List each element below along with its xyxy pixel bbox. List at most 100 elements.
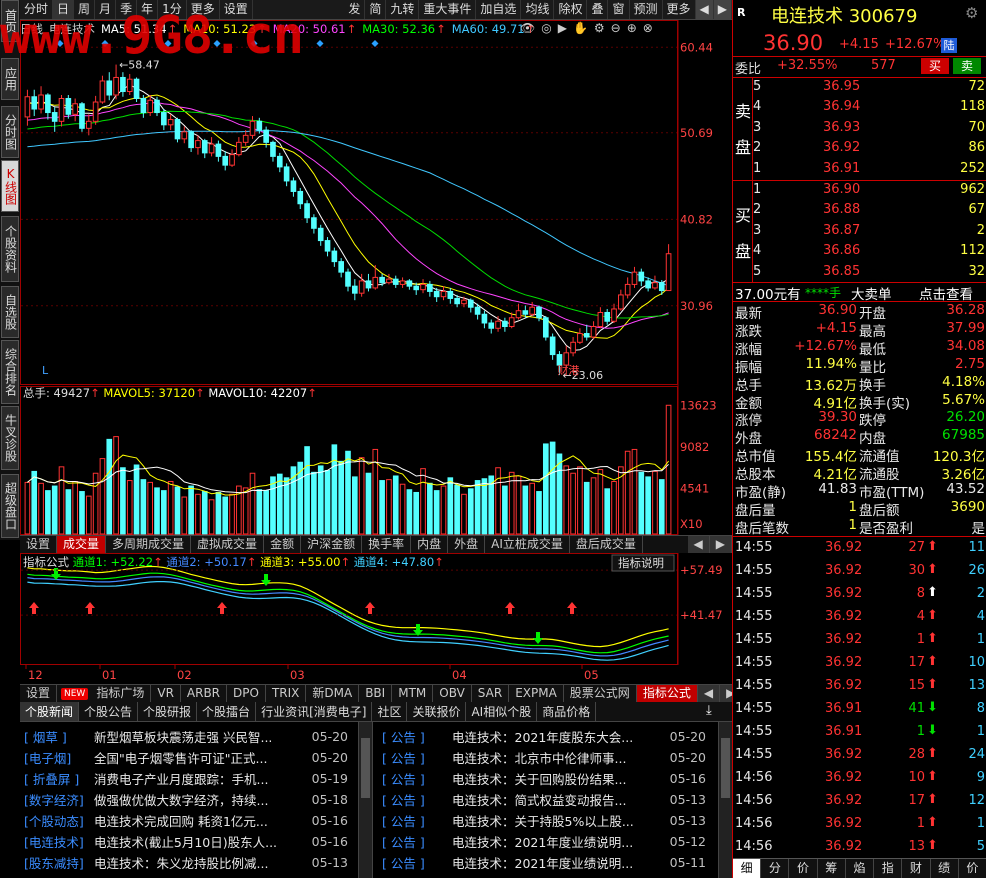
bid-row-2[interactable]: 3 36.87 2 bbox=[733, 222, 986, 241]
left-tab-6[interactable]: 综合排名 bbox=[1, 340, 19, 404]
news-tab-6[interactable]: 关联报价 bbox=[407, 702, 467, 721]
ind-tab-5[interactable]: DPO bbox=[227, 685, 266, 702]
news-tab-7[interactable]: AI相似个股 bbox=[466, 702, 538, 721]
toolbar-right-1[interactable]: 简 bbox=[365, 0, 387, 19]
left-tab-3[interactable]: K线图 bbox=[1, 160, 19, 212]
toolbar-right-8[interactable]: 窗 bbox=[608, 0, 630, 19]
indicator-help-button[interactable]: 指标说明 bbox=[611, 554, 675, 572]
toolbar-right-9[interactable]: 预测 bbox=[630, 0, 663, 19]
news-right-item-6[interactable]: [ 公告 ] 电连技术：2021年度业绩说明... 05-11 bbox=[382, 852, 722, 873]
news-tab-4[interactable]: 行业资讯[消费电子] bbox=[256, 702, 373, 721]
news-left-item-0[interactable]: [ 烟草 ] 新型烟草板块震荡走强 兴民智... 05-20 bbox=[24, 726, 364, 747]
vol-tab-5[interactable]: 沪深金额 bbox=[301, 536, 363, 553]
gear-icon[interactable]: ⚙ bbox=[965, 4, 978, 22]
bigorder-link[interactable]: 点击查看 bbox=[919, 283, 973, 303]
period-8[interactable]: 设置 bbox=[220, 0, 253, 19]
news-right-item-3[interactable]: [ 公告 ] 电连技术：简式权益变动报告... 05-13 bbox=[382, 789, 722, 810]
toolbar-right-5[interactable]: 均线 bbox=[521, 0, 555, 19]
vol-tab-2[interactable]: 多周期成交量 bbox=[106, 536, 192, 553]
news-right-item-2[interactable]: [ 公告 ] 电连技术：关于回购股份结果... 05-16 bbox=[382, 768, 722, 789]
ind-tab-prev[interactable]: ◀ bbox=[697, 685, 721, 702]
news-scrollbar[interactable] bbox=[718, 722, 732, 878]
news-left-scrollbar[interactable] bbox=[358, 722, 372, 878]
quote-tab-1[interactable]: 分 bbox=[761, 859, 790, 878]
news-tab-2[interactable]: 个股研报 bbox=[138, 702, 198, 721]
toolbar-arrow-1[interactable]: ▶ bbox=[713, 0, 732, 19]
ind-tab-13[interactable]: 股票公式网 bbox=[564, 685, 637, 702]
left-tab-7[interactable]: 牛叉诊股 bbox=[1, 406, 19, 470]
quote-tab-4[interactable]: 焰 bbox=[846, 859, 875, 878]
buy-button[interactable]: 买 bbox=[921, 58, 949, 74]
toolbar-right-6[interactable]: 除权 bbox=[554, 0, 588, 19]
ind-tab-10[interactable]: OBV bbox=[433, 685, 472, 702]
news-tab-8[interactable]: 商品价格 bbox=[537, 702, 597, 721]
toolbar-right-4[interactable]: 加自选 bbox=[476, 0, 522, 19]
toolbar-right-3[interactable]: 重大事件 bbox=[419, 0, 477, 19]
quote-tab-0[interactable]: 细 bbox=[733, 859, 762, 878]
period-6[interactable]: 1分 bbox=[158, 0, 187, 19]
period-7[interactable]: 更多 bbox=[187, 0, 220, 19]
period-0[interactable]: 分时 bbox=[20, 0, 54, 19]
news-right-item-1[interactable]: [ 公告 ] 电连技术：北京市中伦律师事... 05-20 bbox=[382, 747, 722, 768]
quote-tab-8[interactable]: 价 bbox=[959, 859, 986, 878]
news-left-item-6[interactable]: [股东减持] 电连技术：朱义龙持股比例减... 05-13 bbox=[24, 852, 364, 873]
ind-tab-12[interactable]: EXPMA bbox=[509, 685, 564, 702]
vol-tab-3[interactable]: 虚拟成交量 bbox=[191, 536, 265, 553]
ask-row-2[interactable]: 3 36.93 70 bbox=[733, 119, 986, 138]
bid-row-0[interactable]: 1 36.90 962 bbox=[733, 181, 986, 200]
news-tab-0[interactable]: 个股新闻 bbox=[20, 702, 80, 721]
ind-tab-4[interactable]: ARBR bbox=[181, 685, 228, 702]
news-right-item-5[interactable]: [ 公告 ] 电连技术：2021年度业绩说明... 05-12 bbox=[382, 831, 722, 852]
ind-tab-14[interactable]: 指标公式 bbox=[636, 685, 698, 702]
vol-tab-9[interactable]: AI立桩成交量 bbox=[485, 536, 570, 553]
ind-tab-11[interactable]: SAR bbox=[472, 685, 510, 702]
quote-tab-5[interactable]: 指 bbox=[874, 859, 903, 878]
ind-tab-3[interactable]: VR bbox=[151, 685, 181, 702]
toolbar-right-2[interactable]: 九转 bbox=[386, 0, 420, 19]
news-right-item-0[interactable]: [ 公告 ] 电连技术：2021年度股东大会... 05-20 bbox=[382, 726, 722, 747]
news-tab-5[interactable]: 社区 bbox=[372, 702, 408, 721]
bid-row-4[interactable]: 5 36.85 32 bbox=[733, 263, 986, 282]
toolbar-right-0[interactable]: 发 bbox=[344, 0, 366, 19]
quote-tab-6[interactable]: 财 bbox=[902, 859, 931, 878]
news-left-item-4[interactable]: [个股动态] 电连技术完成回购 耗资1亿元... 05-16 bbox=[24, 810, 364, 831]
vol-tab-0[interactable]: 设置 bbox=[20, 536, 58, 553]
ind-tab-2[interactable]: 指标广场 bbox=[90, 685, 152, 702]
toolbar-right-10[interactable]: 更多 bbox=[663, 0, 696, 19]
vol-tab-1[interactable]: 成交量 bbox=[57, 536, 107, 553]
ind-tab-8[interactable]: BBI bbox=[359, 685, 393, 702]
period-2[interactable]: 周 bbox=[74, 0, 96, 19]
ask-row-1[interactable]: 4 36.94 118 bbox=[733, 98, 986, 117]
sell-button[interactable]: 卖 bbox=[953, 58, 981, 74]
bid-row-1[interactable]: 2 36.88 67 bbox=[733, 201, 986, 220]
news-tab-1[interactable]: 个股公告 bbox=[79, 702, 139, 721]
left-tab-4[interactable]: 个股资料 bbox=[1, 216, 19, 282]
news-right-item-4[interactable]: [ 公告 ] 电连技术：关于持股5%以上股... 05-13 bbox=[382, 810, 722, 831]
bid-row-3[interactable]: 4 36.86 112 bbox=[733, 242, 986, 261]
news-left-item-5[interactable]: [电连技术] 电连技术(截止5月10日)股东人... 05-16 bbox=[24, 831, 364, 852]
quote-tab-2[interactable]: 价 bbox=[789, 859, 818, 878]
vol-tab-4[interactable]: 金额 bbox=[264, 536, 302, 553]
kline-chart[interactable]: 60.4450.6940.8230.96←58.47←23.06L 财港13623… bbox=[20, 20, 732, 680]
news-left-item-2[interactable]: [ 折叠屏 ] 消费电子产业月度跟踪：手机... 05-19 bbox=[24, 768, 364, 789]
left-tab-1[interactable]: 应用 bbox=[1, 58, 19, 100]
period-4[interactable]: 季 bbox=[116, 0, 138, 19]
ask-row-4[interactable]: 1 36.91 252 bbox=[733, 160, 986, 179]
vol-tab-8[interactable]: 外盘 bbox=[448, 536, 486, 553]
ask-row-3[interactable]: 2 36.92 86 bbox=[733, 139, 986, 158]
vol-tab-prev[interactable]: ◀ bbox=[687, 536, 710, 553]
quote-tab-7[interactable]: 绩 bbox=[931, 859, 959, 878]
left-tab-5[interactable]: 自选股 bbox=[1, 286, 19, 338]
vol-tab-7[interactable]: 内盘 bbox=[411, 536, 449, 553]
ask-row-0[interactable]: 5 36.95 72 bbox=[733, 78, 986, 97]
ind-tab-6[interactable]: TRIX bbox=[266, 685, 307, 702]
toolbar-arrow-0[interactable]: ◀ bbox=[695, 0, 714, 19]
ind-tab-9[interactable]: MTM bbox=[392, 685, 434, 702]
toolbar-right-7[interactable]: 叠 bbox=[587, 0, 609, 19]
vol-tab-6[interactable]: 换手率 bbox=[362, 536, 412, 553]
download-icon[interactable]: ⤓ bbox=[706, 703, 712, 718]
left-tab-0[interactable]: 首页 bbox=[1, 0, 19, 42]
vol-tab-next[interactable]: ▶ bbox=[709, 536, 732, 553]
news-left-item-3[interactable]: [数字经济] 做强做优做大数字经济，持续... 05-18 bbox=[24, 789, 364, 810]
period-3[interactable]: 月 bbox=[95, 0, 117, 19]
